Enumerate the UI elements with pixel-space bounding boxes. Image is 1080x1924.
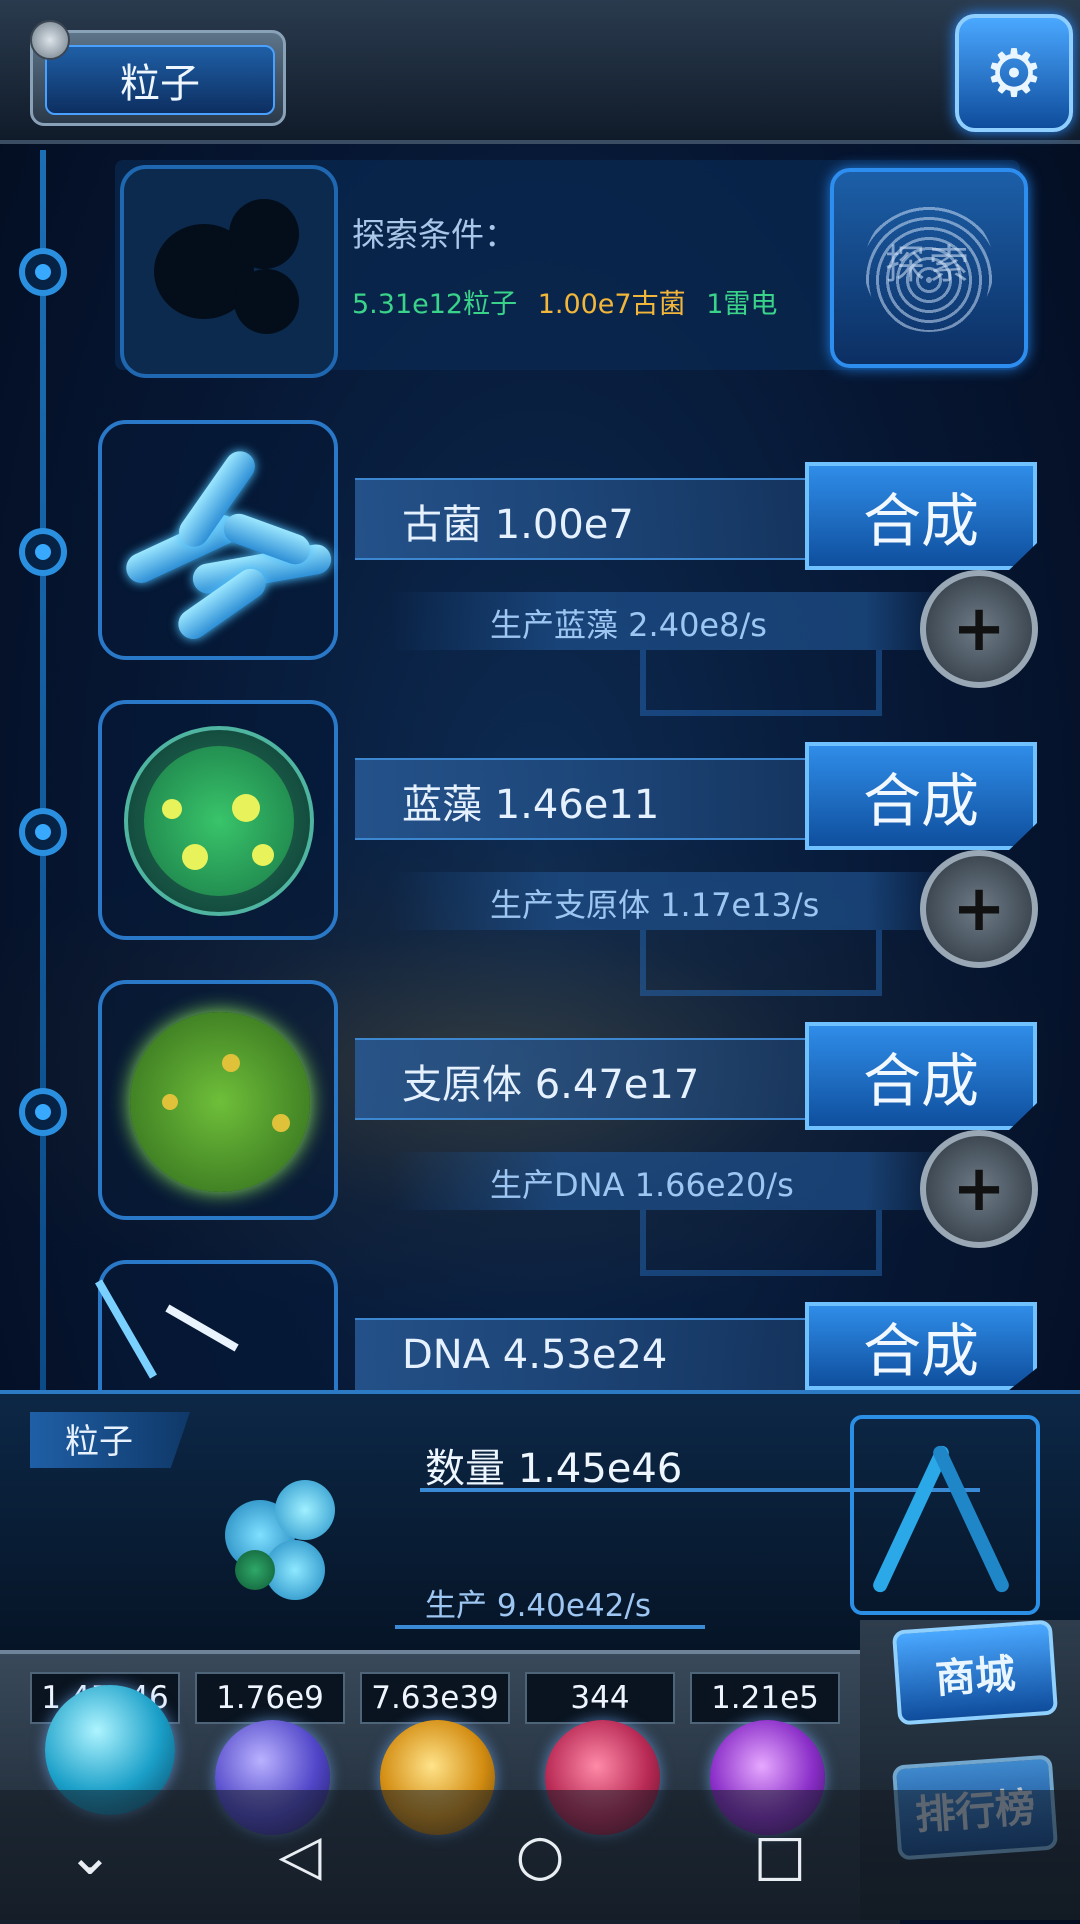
hide-nav-button[interactable]: ⌄ <box>50 1815 130 1895</box>
resource-value-lightning: 1.76e9 <box>195 1672 345 1724</box>
item-production-cyanobacteria: 生产支原体 1.17e13/s <box>490 886 820 924</box>
recents-button[interactable]: □ <box>740 1815 820 1895</box>
particle-cluster-icon <box>215 1470 365 1610</box>
requirement-lightning: 1雷电 <box>706 289 778 320</box>
resource-value-explosion: 7.63e39 <box>360 1672 510 1724</box>
panel-divider <box>395 1625 705 1629</box>
synthesize-button-cyanobacteria[interactable]: 合成 <box>805 742 1037 850</box>
item-name-cyanobacteria: 蓝藻 1.46e11 <box>402 782 660 828</box>
plus-icon: + <box>952 872 1006 946</box>
circuit-decoration <box>640 930 882 996</box>
item-image-cyanobacteria <box>98 700 338 940</box>
item-name-mycoplasma: 支原体 6.47e17 <box>402 1062 700 1108</box>
plus-icon: + <box>952 1152 1006 1226</box>
circuit-decoration <box>640 1210 882 1276</box>
timeline-node-explore <box>19 248 67 296</box>
resource-value-brain: 344 <box>525 1672 675 1724</box>
item-image-mycoplasma <box>98 980 338 1220</box>
item-image-dna <box>95 1260 338 1390</box>
item-name-dna: DNA 4.53e24 <box>402 1332 668 1378</box>
synthesize-button-dna[interactable]: 合成 <box>805 1302 1037 1390</box>
dna-helix-icon <box>850 1415 1040 1615</box>
explore-requirements: 5.31e12粒子 1.00e7古菌 1雷电 <box>352 282 789 321</box>
particle-production: 生产 9.40e42/s <box>425 1588 651 1624</box>
particle-count: 数量 1.45e46 <box>425 1446 683 1492</box>
item-image-archaea <box>98 420 338 660</box>
locked-item-silhouette <box>120 165 338 378</box>
resource-value-vortex: 1.21e5 <box>690 1672 840 1724</box>
page-title: 粒子 <box>45 45 275 115</box>
explore-condition-label: 探索条件： <box>352 215 517 254</box>
shop-button[interactable]: 商城 <box>891 1619 1059 1726</box>
timeline-node-1 <box>19 528 67 576</box>
requirement-archaea: 1.00e7古菌 <box>537 289 686 320</box>
particle-tag-label: 粒子 <box>65 1422 133 1462</box>
item-production-archaea: 生产蓝藻 2.40e8/s <box>490 606 767 644</box>
gear-icon: ⚙ <box>984 34 1044 112</box>
item-name-archaea: 古菌 1.00e7 <box>402 502 634 548</box>
screw-icon <box>30 20 70 60</box>
item-production-mycoplasma: 生产DNA 1.66e20/s <box>490 1166 794 1204</box>
circuit-decoration <box>640 650 882 716</box>
synthesize-button-archaea[interactable]: 合成 <box>805 462 1037 570</box>
requirement-particle: 5.31e12粒子 <box>352 289 518 320</box>
timeline-line <box>40 150 46 1410</box>
upgrade-button-archaea[interactable]: + <box>920 570 1038 688</box>
explore-button[interactable]: 探索 <box>830 168 1028 368</box>
back-button[interactable]: ◁ <box>260 1815 340 1895</box>
explore-button-label: 探索 <box>885 242 973 288</box>
synthesize-button-mycoplasma[interactable]: 合成 <box>805 1022 1037 1130</box>
plus-icon: + <box>952 592 1006 666</box>
upgrade-button-mycoplasma[interactable]: + <box>920 1130 1038 1248</box>
timeline-node-2 <box>19 808 67 856</box>
upgrade-button-cyanobacteria[interactable]: + <box>920 850 1038 968</box>
home-button[interactable]: ○ <box>500 1815 580 1895</box>
settings-button[interactable]: ⚙ <box>955 14 1073 132</box>
timeline-node-3 <box>19 1088 67 1136</box>
